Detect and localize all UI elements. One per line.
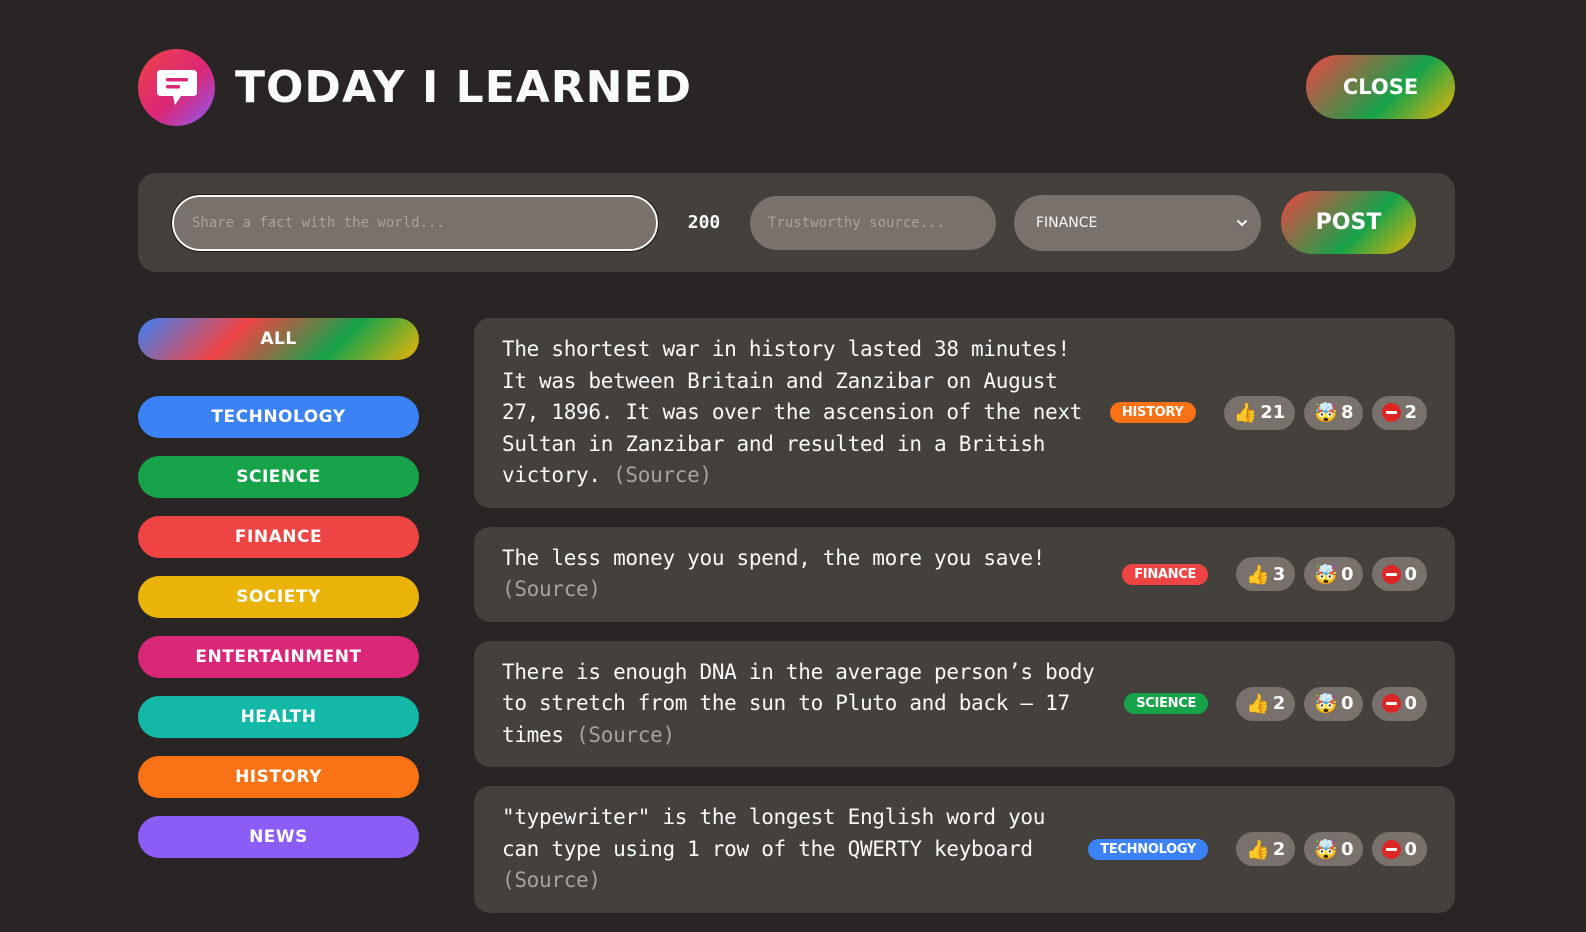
thumbs-up-icon: 👍 (1246, 563, 1270, 586)
vote-count: 8 (1340, 402, 1354, 424)
chat-bubble-icon (156, 70, 197, 105)
fact-card: The less money you spend, the more you s… (474, 526, 1455, 622)
vote-interesting-button[interactable]: 👍 2 (1236, 832, 1296, 867)
category-all-button[interactable]: All (138, 318, 419, 360)
close-button[interactable]: Close (1306, 55, 1455, 119)
vote-count: 0 (1340, 693, 1354, 715)
vote-mindblowing-button[interactable]: 🤯 0 (1304, 832, 1364, 867)
fact-content: The less money you spend, the more you s… (502, 545, 1046, 570)
vote-count: 0 (1340, 563, 1354, 585)
fact-text: "typewriter" is the longest English word… (502, 802, 1088, 897)
category-entertainment-button[interactable]: Entertainment (138, 636, 419, 678)
vote-count: 3 (1272, 563, 1286, 585)
vote-buttons: 👍 3 🤯 0 0 (1236, 557, 1427, 591)
vote-mindblowing-button[interactable]: 🤯 0 (1304, 557, 1364, 591)
category-news-button[interactable]: News (138, 816, 419, 858)
vote-count: 2 (1272, 838, 1286, 860)
vote-mindblowing-button[interactable]: 🤯 0 (1304, 686, 1364, 721)
category-tag: Finance (1122, 563, 1209, 585)
category-select[interactable]: FINANCE (1014, 194, 1261, 251)
category-tag: History (1109, 402, 1196, 424)
facts-list: The shortest war in history lasted 38 mi… (474, 318, 1455, 932)
category-technology-button[interactable]: Technology (138, 396, 419, 438)
vote-count: 2 (1404, 402, 1417, 424)
fact-input[interactable] (171, 193, 659, 252)
app-header: Today I Learned Close (138, 48, 1455, 126)
category-list: Technology Science Finance Society Entertain… (138, 396, 419, 858)
category-tag: Science (1124, 693, 1209, 715)
vote-count: 0 (1404, 563, 1417, 585)
category-sidebar: All Technology Science Finance Society Enter… (138, 318, 419, 876)
vote-false-button[interactable]: 0 (1372, 832, 1427, 867)
post-button[interactable]: Post (1281, 191, 1416, 254)
fact-card: The shortest war in history lasted 38 mi… (474, 318, 1455, 508)
brand: Today I Learned (138, 48, 693, 126)
thumbs-up-icon: 👍 (1246, 693, 1270, 716)
exploding-head-icon: 🤯 (1314, 563, 1338, 586)
source-link[interactable]: (Source) (502, 577, 601, 601)
app-title: Today I Learned (235, 61, 693, 113)
logo (138, 48, 215, 126)
fact-text: The less money you spend, the more you s… (502, 543, 1102, 606)
fact-content: The shortest war in history lasted 38 mi… (502, 337, 1083, 487)
vote-count: 2 (1272, 693, 1286, 715)
category-history-button[interactable]: History (138, 756, 419, 798)
exploding-head-icon: 🤯 (1314, 402, 1338, 425)
fact-form: 200 FINANCE Post (138, 173, 1455, 272)
fact-content: "typewriter" is the longest English word… (502, 805, 1046, 861)
vote-count: 21 (1260, 402, 1286, 424)
source-link[interactable]: (Source) (576, 723, 675, 747)
exploding-head-icon: 🤯 (1314, 693, 1338, 716)
source-input[interactable] (750, 195, 996, 250)
vote-false-button[interactable]: 0 (1372, 557, 1427, 591)
category-health-button[interactable]: Health (138, 696, 419, 738)
source-link[interactable]: (Source) (502, 868, 601, 892)
vote-count: 0 (1404, 693, 1417, 715)
category-society-button[interactable]: Society (138, 576, 419, 618)
fact-text: The shortest war in history lasted 38 mi… (502, 334, 1102, 492)
vote-count: 0 (1340, 838, 1354, 860)
no-entry-icon (1382, 403, 1402, 423)
thumbs-up-icon: 👍 (1233, 402, 1258, 425)
char-count: 200 (687, 212, 721, 233)
vote-interesting-button[interactable]: 👍 21 (1223, 395, 1296, 430)
fact-card: "typewriter" is the longest English word… (474, 786, 1455, 913)
vote-false-button[interactable]: 2 (1372, 395, 1427, 430)
vote-buttons: 👍 21 🤯 8 2 (1223, 395, 1427, 430)
vote-count: 0 (1404, 838, 1417, 860)
category-select-value: FINANCE (1036, 214, 1098, 231)
chevron-down-icon (1237, 219, 1247, 226)
thumbs-up-icon: 👍 (1246, 838, 1270, 861)
vote-interesting-button[interactable]: 👍 3 (1236, 557, 1296, 591)
no-entry-icon (1382, 694, 1402, 714)
category-tag: Technology (1088, 838, 1209, 860)
fact-text: There is enough DNA in the average perso… (502, 657, 1102, 752)
fact-card: There is enough DNA in the average perso… (474, 640, 1455, 767)
category-science-button[interactable]: Science (138, 456, 419, 498)
vote-false-button[interactable]: 0 (1372, 686, 1427, 721)
category-finance-button[interactable]: Finance (138, 516, 419, 558)
vote-buttons: 👍 2 🤯 0 0 (1236, 832, 1427, 867)
source-link[interactable]: (Source) (613, 463, 712, 487)
no-entry-icon (1382, 564, 1402, 584)
exploding-head-icon: 🤯 (1314, 838, 1338, 861)
no-entry-icon (1382, 839, 1402, 859)
vote-mindblowing-button[interactable]: 🤯 8 (1304, 395, 1364, 430)
vote-interesting-button[interactable]: 👍 2 (1236, 686, 1296, 721)
vote-buttons: 👍 2 🤯 0 0 (1236, 686, 1427, 721)
